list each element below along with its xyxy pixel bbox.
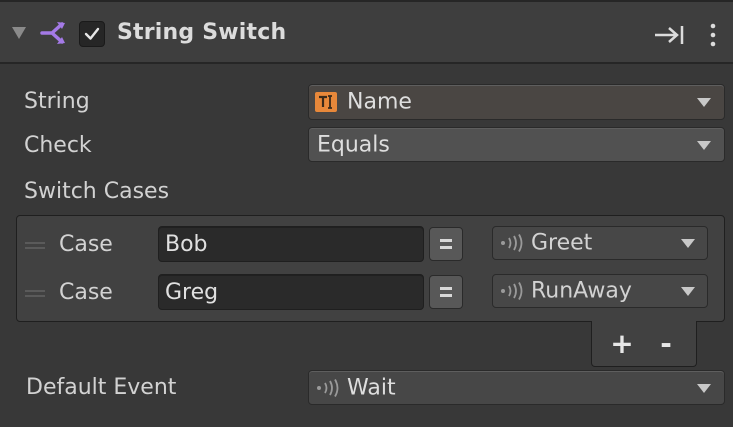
dropdown-arrow-icon [697,140,711,150]
add-case-button[interactable]: + [610,330,634,358]
branch-switch-icon [40,22,65,44]
enabled-checkbox[interactable] [79,21,105,47]
event-signal-icon [317,378,339,397]
text-variable-icon [315,92,337,112]
default-event-dropdown[interactable]: Wait [308,370,725,405]
case-label: Case [59,280,113,305]
component-header: String Switch [0,0,733,64]
component-title: String Switch [117,20,287,45]
list-add-remove-footer: + - [591,321,697,367]
check-label: Check [24,133,92,158]
event-signal-icon [501,234,523,252]
switch-cases-label: Switch Cases [24,179,170,204]
dropdown-arrow-icon [697,383,711,393]
string-dropdown[interactable]: Name [308,84,725,120]
drag-handle-icon[interactable] [25,290,45,298]
switch-cases-list: Case Greet Case RunAway [16,215,725,322]
case-value-field[interactable] [158,274,424,310]
equals-button[interactable] [429,227,463,261]
collapse-to-edge-icon[interactable] [652,24,686,46]
case-event-dropdown[interactable]: RunAway [492,274,708,308]
dropdown-arrow-icon [681,287,695,296]
string-label: String [24,89,90,114]
case-event-value: Greet [531,230,593,256]
checkmark-icon [84,27,100,40]
event-signal-icon [501,282,523,300]
case-value-input[interactable] [159,275,423,309]
case-event-value: RunAway [531,278,632,304]
case-value-input[interactable] [159,227,423,261]
case-event-dropdown[interactable]: Greet [492,226,708,260]
check-dropdown[interactable]: Equals [308,127,725,162]
default-event-value: Wait [347,375,396,400]
remove-case-button[interactable]: - [654,330,678,358]
drag-handle-icon[interactable] [25,242,45,250]
kebab-menu-icon[interactable] [707,22,719,48]
dropdown-arrow-icon [681,239,695,248]
foldout-arrow-icon[interactable] [12,27,26,39]
equals-button[interactable] [429,275,463,309]
check-value: Equals [317,132,390,157]
string-value: Name [347,89,412,115]
case-label: Case [59,232,113,257]
default-event-label: Default Event [26,375,177,400]
case-value-field[interactable] [158,226,424,262]
dropdown-arrow-icon [697,98,711,107]
